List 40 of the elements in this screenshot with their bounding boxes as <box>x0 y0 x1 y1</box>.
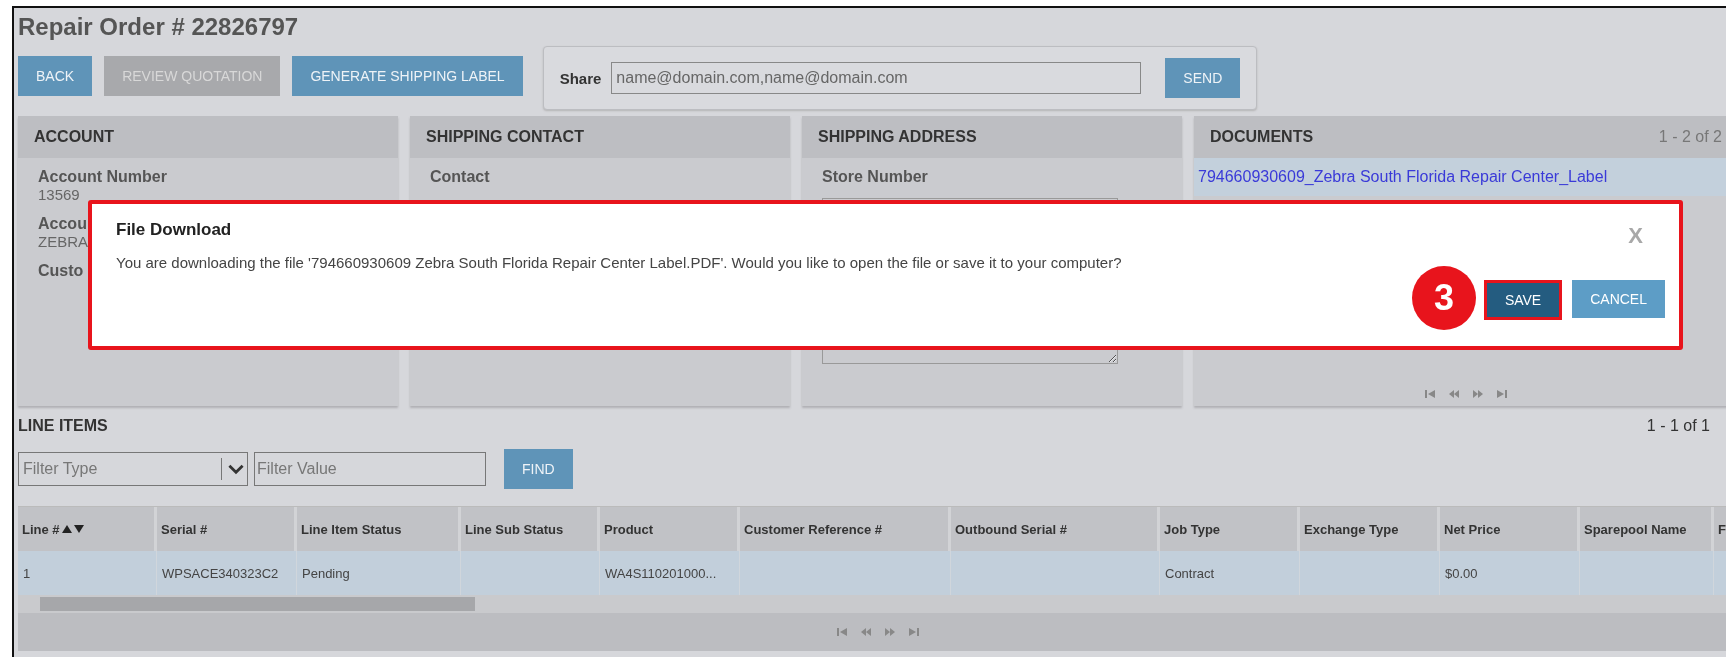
dialog-button[interactable]: SAVE <box>1483 280 1563 320</box>
table-row[interactable]: 1 WPSACE340323C2 Pending WA4S110201000... Contract $0.00 <box>18 551 1726 595</box>
table-cell: $0.00 <box>1445 565 1478 581</box>
panel-title: DOCUMENTS <box>1210 128 1314 146</box>
first-page-icon[interactable] <box>1425 390 1435 398</box>
table-cell: Pending <box>302 565 350 581</box>
field-label: Contact <box>430 168 490 186</box>
last-page-icon[interactable] <box>1497 390 1507 398</box>
table-cell: 1 <box>23 565 31 581</box>
next-page-icon[interactable] <box>885 628 895 636</box>
field-value: 13569 <box>38 186 80 203</box>
page-count: 1 - 1 of 1 <box>1646 417 1710 435</box>
field-label: Custo <box>38 262 84 280</box>
first-page-icon[interactable] <box>837 628 847 636</box>
scrollbar[interactable] <box>18 595 1726 613</box>
table-cell: Contract <box>1165 565 1215 581</box>
section-title: LINE ITEMS <box>18 417 108 435</box>
document-link[interactable]: 794660930609_Zebra South Florida Repair Center_Label <box>1194 158 1726 196</box>
previous-page-icon[interactable] <box>861 628 871 636</box>
sort-icon[interactable] <box>61 524 84 534</box>
field-label: Store Number <box>822 168 928 186</box>
share-label: Share <box>559 69 602 87</box>
page-title: Repair Order # 22826797 <box>18 12 300 42</box>
last-page-icon[interactable] <box>909 628 919 636</box>
dialog-message: You are downloading the file '794660930609 Zebra South Florida Repair Center Label.PDF'. Would you like to open the file or save it to your computer? <box>116 254 1123 271</box>
field-label: Account Number <box>38 168 167 186</box>
field-label: Accou <box>38 215 87 233</box>
page-count: 1 - 2 of 2 <box>1658 128 1722 146</box>
dialog-title: File Download <box>116 220 232 240</box>
email-field[interactable]: name@domain.com,name@domain.com <box>611 62 1142 94</box>
step-badge: 3 <box>1411 266 1476 330</box>
next-page-icon[interactable] <box>1473 390 1483 398</box>
panel-title: SHIPPING CONTACT <box>426 128 584 146</box>
panel-title: SHIPPING ADDRESS <box>818 128 977 146</box>
field-value: ZEBRA <box>38 233 88 250</box>
previous-page-icon[interactable] <box>1449 390 1459 398</box>
table-cell: WPSACE340323C2 <box>162 565 279 581</box>
table-cell: WA4S110201000... <box>605 565 717 581</box>
panel-title: ACCOUNT <box>34 128 114 146</box>
filter-value-field[interactable]: Filter Value <box>254 452 486 486</box>
